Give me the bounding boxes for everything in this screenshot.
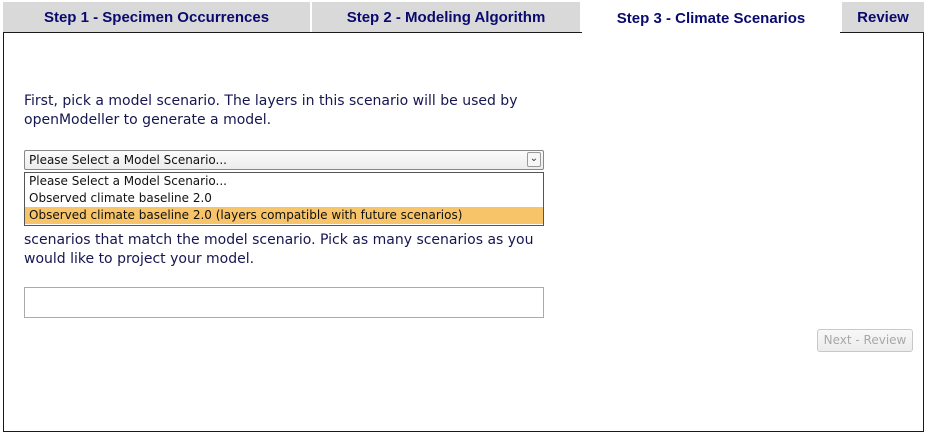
tab-climate-scenarios[interactable]: Step 3 - Climate Scenarios (582, 2, 840, 34)
tab-review[interactable]: Review (842, 2, 924, 32)
option-observed-baseline-compatible[interactable]: Observed climate baseline 2.0 (layers co… (25, 207, 543, 224)
tab-bar: Step 1 - Specimen Occurrences Step 2 - M… (0, 0, 930, 34)
active-tab-gap (582, 32, 840, 33)
projection-scenarios-instructions: scenarios that match the model scenario.… (24, 232, 534, 267)
model-scenario-options: Please Select a Model Scenario... Observ… (24, 172, 544, 226)
model-scenario-select[interactable]: Please Select a Model Scenario... ⌄ (24, 150, 544, 170)
chevron-down-icon[interactable]: ⌄ (527, 152, 541, 167)
option-observed-baseline[interactable]: Observed climate baseline 2.0 (25, 190, 543, 207)
tab-specimen-occurrences[interactable]: Step 1 - Specimen Occurrences (3, 2, 310, 32)
model-scenario-instructions: First, pick a model scenario. The layers… (24, 93, 518, 128)
projection-scenarios-list[interactable] (24, 287, 544, 318)
next-review-button[interactable]: Next - Review (817, 329, 913, 352)
model-scenario-selected-value: Please Select a Model Scenario... (29, 153, 227, 167)
option-please-select[interactable]: Please Select a Model Scenario... (25, 173, 543, 190)
tab-modeling-algorithm[interactable]: Step 2 - Modeling Algorithm (312, 2, 580, 32)
